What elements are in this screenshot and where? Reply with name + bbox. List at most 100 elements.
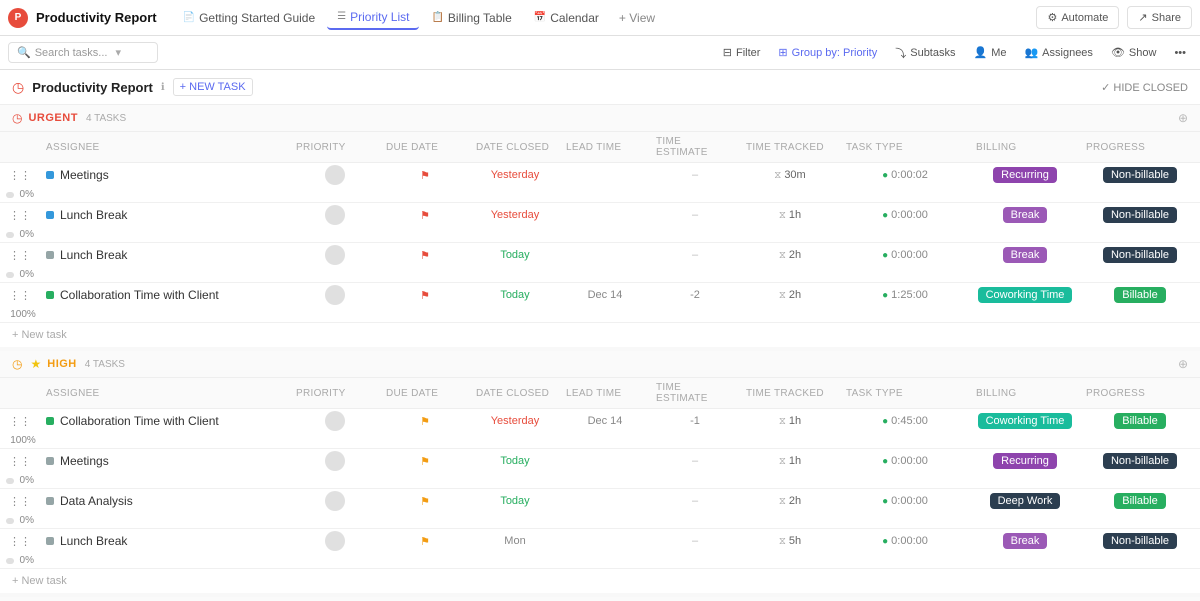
lead-time-cell: –	[650, 453, 740, 469]
task-name-cell[interactable]: Lunch Break	[40, 530, 290, 552]
subtasks-icon: ⤵	[895, 45, 906, 61]
priority-cell: ⚑	[380, 493, 470, 510]
urgent-label: URGENT	[28, 112, 77, 124]
task-name-cell[interactable]: Collaboration Time with Client	[40, 410, 290, 432]
date-closed-cell: Dec 14	[560, 413, 650, 429]
col-task-type: TASK TYPE	[840, 136, 970, 158]
priority-flag-yellow: ⚑	[420, 495, 430, 508]
automate-button[interactable]: ⚙ Automate	[1036, 6, 1119, 29]
col-billing: BILLING	[970, 136, 1080, 158]
billing-cell: Non-billable	[1080, 165, 1200, 185]
priority-cell: ⚑	[380, 453, 470, 470]
task-name: Lunch Break	[60, 534, 127, 548]
progress-cell: 0%	[0, 187, 40, 202]
progress-cell: 0%	[0, 227, 40, 242]
col-priority: PRIORITY	[290, 136, 380, 158]
tab-calendar[interactable]: 📅 Calendar	[524, 7, 609, 29]
group-by-button[interactable]: ⊞ Group by: Priority	[772, 44, 883, 61]
task-name-cell[interactable]: Lunch Break	[40, 244, 290, 266]
add-view-button[interactable]: + View	[611, 7, 663, 29]
task-dot	[46, 211, 54, 219]
drag-handle: ⋮⋮	[0, 207, 40, 224]
section-header-urgent: ◷ URGENT 4 TASKS ⊕	[0, 105, 1200, 132]
col-progress: PROGRESS	[1080, 136, 1200, 158]
due-date-cell: Mon	[470, 533, 560, 549]
due-date-cell: Today	[470, 453, 560, 469]
nav-right: ⚙ Automate ↗ Share	[1036, 6, 1192, 29]
time-estimate-cell: ⧖ 5h	[740, 533, 840, 549]
time-tracked-cell: ● 0:00:00	[840, 493, 970, 509]
tab-getting-started[interactable]: 📄 Getting Started Guide	[173, 7, 326, 29]
time-tracked-cell: ● 0:00:00	[840, 453, 970, 469]
task-type-cell: Recurring	[970, 165, 1080, 185]
new-task-button-high[interactable]: + New task	[0, 569, 1200, 593]
task-name-cell[interactable]: Collaboration Time with Client	[40, 284, 290, 306]
time-estimate-cell: ⧖ 2h	[740, 287, 840, 303]
new-task-button[interactable]: + NEW TASK	[173, 78, 253, 96]
progress-cell: 0%	[0, 513, 40, 528]
assignees-icon: 👥	[1024, 46, 1038, 59]
project-header: ◷ Productivity Report ℹ + NEW TASK ✓ HID…	[0, 70, 1200, 105]
drag-handle: ⋮⋮	[0, 287, 40, 304]
col-lead-time: LEAD TIME	[560, 136, 650, 158]
assignee-cell	[290, 203, 380, 227]
date-closed-cell	[560, 459, 650, 463]
new-task-button-urgent[interactable]: + New task	[0, 323, 1200, 347]
billing-table-icon: 📋	[431, 12, 443, 23]
subtasks-button[interactable]: ⤵ Subtasks	[889, 43, 961, 63]
toolbar-right: ⊟ Filter ⊞ Group by: Priority ⤵ Subtasks…	[717, 43, 1192, 63]
filter-icon: ⊟	[723, 46, 732, 59]
task-dot	[46, 457, 54, 465]
avatar	[325, 531, 345, 551]
col-time-tracked: TIME TRACKED	[740, 136, 840, 158]
share-button[interactable]: ↗ Share	[1127, 6, 1192, 29]
task-name-cell[interactable]: Meetings	[40, 450, 290, 472]
task-name-cell[interactable]: Data Analysis	[40, 490, 290, 512]
high-star-icon: ★	[30, 357, 41, 371]
share-icon: ↗	[1138, 11, 1147, 24]
getting-started-icon: 📄	[183, 12, 195, 23]
main-content: ◷ Productivity Report ℹ + NEW TASK ✓ HID…	[0, 70, 1200, 601]
search-input[interactable]: 🔍 Search tasks... ▾	[8, 42, 158, 63]
avatar	[325, 205, 345, 225]
task-type-cell: Break	[970, 531, 1080, 551]
task-type-cell: Deep Work	[970, 491, 1080, 511]
time-tracked-cell: ● 0:00:02	[840, 167, 970, 183]
tab-billing-table[interactable]: 📋 Billing Table	[421, 7, 521, 29]
filter-button[interactable]: ⊟ Filter	[717, 44, 767, 61]
col-time-estimate: TIME ESTIMATE	[650, 136, 740, 158]
drag-handle: ⋮⋮	[0, 533, 40, 550]
time-estimate-cell: ⧖ 30m	[740, 167, 840, 183]
table-row: ⋮⋮ Lunch Break ⚑ Mon – ⧖ 5h ● 0:00:00 Br…	[0, 529, 1200, 569]
show-button[interactable]: 👁 Show	[1105, 44, 1163, 61]
drag-handle: ⋮⋮	[0, 247, 40, 264]
hide-closed-button[interactable]: ✓ HIDE CLOSED	[1101, 81, 1188, 94]
col-assignee: ASSIGNEE	[40, 136, 290, 158]
more-dots-icon: •••	[1174, 47, 1186, 59]
section-add-icon[interactable]: ⊕	[1178, 357, 1188, 371]
priority-flag-red: ⚑	[420, 209, 430, 222]
nav-tabs: 📄 Getting Started Guide ☰ Priority List …	[173, 6, 1037, 30]
table-row: ⋮⋮ Collaboration Time with Client ⚑ Yest…	[0, 409, 1200, 449]
urgent-count: 4 TASKS	[86, 113, 126, 124]
col-headers-urgent: ASSIGNEE PRIORITY DUE DATE DATE CLOSED L…	[0, 132, 1200, 163]
assignees-button[interactable]: 👥 Assignees	[1018, 44, 1098, 61]
app-title: Productivity Report	[36, 10, 157, 25]
me-button[interactable]: 👤 Me	[967, 44, 1012, 61]
app-logo: P	[8, 8, 28, 28]
tab-priority-list[interactable]: ☰ Priority List	[327, 6, 419, 30]
more-options-button[interactable]: •••	[1168, 45, 1192, 61]
task-dot	[46, 537, 54, 545]
info-icon: ℹ	[161, 82, 165, 93]
col-headers-high: ASSIGNEE PRIORITY DUE DATE DATE CLOSED L…	[0, 378, 1200, 409]
table-row: ⋮⋮ Lunch Break ⚑ Yesterday – ⧖ 1h ● 0:00…	[0, 203, 1200, 243]
date-closed-cell	[560, 539, 650, 543]
task-name-cell[interactable]: Meetings	[40, 164, 290, 186]
billing-cell: Non-billable	[1080, 245, 1200, 265]
task-name-cell[interactable]: Lunch Break	[40, 204, 290, 226]
lead-time-cell: –	[650, 533, 740, 549]
group-icon: ⊞	[778, 46, 787, 59]
billing-cell: Non-billable	[1080, 531, 1200, 551]
section-add-icon[interactable]: ⊕	[1178, 111, 1188, 125]
task-dot	[46, 171, 54, 179]
